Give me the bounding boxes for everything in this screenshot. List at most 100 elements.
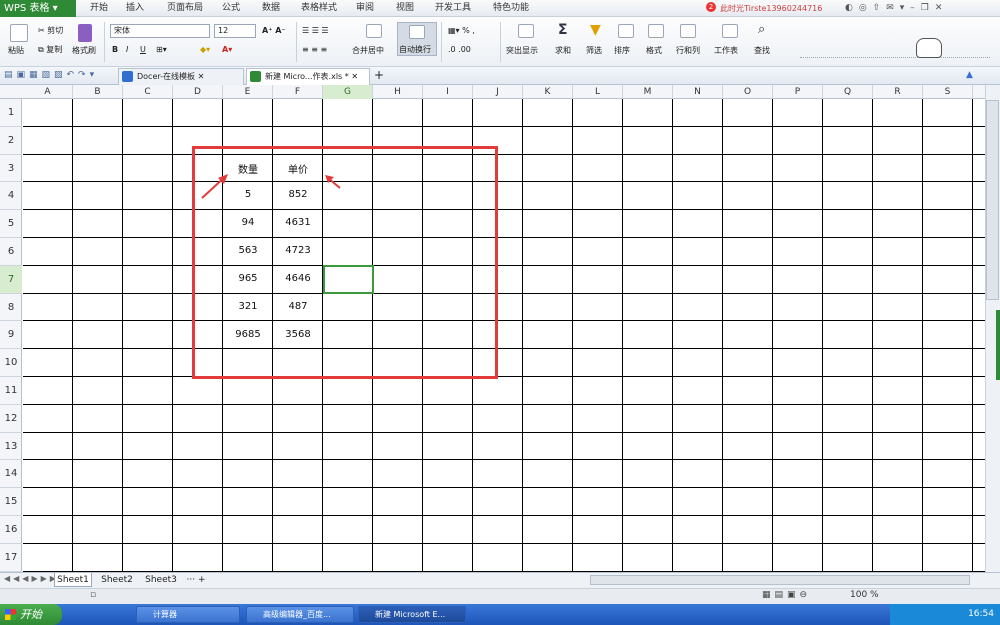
find-icon[interactable]: ⌕ [758, 22, 765, 37]
column-header[interactable]: S [923, 85, 973, 99]
column-header[interactable]: M [623, 85, 673, 99]
column-header[interactable]: B [73, 85, 123, 99]
column-header[interactable]: K [523, 85, 573, 99]
decimal-buttons[interactable]: .0 .00 [448, 43, 471, 57]
font-grow-button[interactable]: A⁺ A⁻ [262, 24, 286, 38]
conditional-format-icon[interactable] [518, 24, 534, 38]
close-icon[interactable]: ✕ [198, 72, 205, 81]
column-header[interactable]: L [573, 85, 623, 99]
column-header[interactable]: A [23, 85, 73, 99]
row-header[interactable]: 2 [0, 127, 22, 155]
column-header[interactable]: I [423, 85, 473, 99]
conditional-format-button[interactable]: 突出显示 [506, 44, 538, 58]
border-icon[interactable]: ⊞▾ [156, 43, 167, 57]
format-button[interactable]: 格式 [646, 44, 662, 58]
column-header[interactable]: F [273, 85, 323, 99]
column-header[interactable]: H [373, 85, 423, 99]
row-header[interactable]: 17 [0, 544, 22, 572]
quick-access-icons[interactable]: ▤▣▦▧▨↶↷▾ [4, 70, 98, 80]
row-header[interactable]: 6 [0, 238, 22, 266]
close-icon[interactable]: ✕ [351, 72, 358, 81]
tab-developer[interactable]: 开发工具 [428, 0, 478, 17]
tab-table-style[interactable]: 表格样式 [294, 0, 344, 17]
row-column-icon[interactable] [680, 24, 696, 38]
row-header[interactable]: 4 [0, 182, 22, 211]
cut-button[interactable]: ✂ 剪切 [38, 24, 63, 38]
row-header[interactable]: 9 [0, 321, 22, 350]
sheet-tab-2[interactable]: Sheet2 [98, 573, 136, 587]
column-header[interactable]: E [223, 85, 273, 99]
tab-home[interactable]: 开始 [84, 0, 114, 17]
number-format-icon[interactable]: ▦▾ % , [448, 24, 475, 38]
format-painter-button[interactable]: 格式刷 [72, 44, 96, 58]
task-editor[interactable]: 高级编辑器_百度... [246, 606, 354, 623]
row-header[interactable]: 16 [0, 516, 22, 544]
font-name-select[interactable]: 宋体 [110, 24, 210, 38]
worksheet-grid[interactable] [23, 99, 985, 572]
underline-button[interactable]: U [140, 43, 146, 57]
worksheet-button[interactable]: 工作表 [714, 44, 738, 58]
tab-data[interactable]: 数据 [256, 0, 286, 17]
doc-tab-workbook[interactable]: 新建 Micro...作表.xls * ✕ [246, 68, 370, 85]
column-header[interactable]: D [173, 85, 223, 99]
row-header[interactable]: 3 [0, 155, 22, 183]
cloud-icon[interactable]: ▲ [966, 70, 973, 80]
tab-insert[interactable]: 插入 [120, 0, 150, 17]
row-header[interactable]: 11 [0, 377, 22, 405]
row-header[interactable]: 12 [0, 405, 22, 433]
filter-button[interactable]: 筛选 [586, 44, 602, 58]
zoom-level[interactable]: 100 % [850, 590, 879, 600]
row-header[interactable]: 1 [0, 99, 22, 127]
row-column-button[interactable]: 行和列 [676, 44, 700, 58]
paste-icon[interactable] [10, 24, 28, 42]
merge-center-button[interactable]: 合并居中 [352, 44, 384, 58]
user-name[interactable]: 此时光Tirste13960244716 [720, 3, 838, 14]
column-header[interactable]: R [873, 85, 923, 99]
sum-icon[interactable]: Σ [558, 22, 568, 38]
window-controls[interactable]: ◐◎⇧✉▾–❐✕ [845, 3, 995, 13]
sheet-nav-icons[interactable]: ◀◀◀▶▶▶ [4, 574, 59, 583]
clock[interactable]: 16:54 [968, 609, 994, 619]
column-header[interactable]: Q [823, 85, 873, 99]
find-button[interactable]: 查找 [754, 44, 770, 58]
filter-icon[interactable]: ▼ [590, 22, 601, 38]
task-spreadsheet[interactable]: 新建 Microsoft E... [358, 606, 466, 623]
sheet-tab-1[interactable]: Sheet1 [54, 573, 92, 587]
align-left-icons[interactable]: ≡ ≡ ≡ [302, 43, 327, 57]
column-header[interactable]: G [323, 85, 373, 99]
row-header[interactable]: 8 [0, 294, 22, 322]
sum-button[interactable]: 求和 [555, 44, 571, 58]
font-size-select[interactable]: 12 [214, 24, 256, 38]
format-icon[interactable] [648, 24, 664, 38]
add-sheet-icon[interactable]: ··· + [184, 573, 208, 587]
row-header[interactable]: 5 [0, 210, 22, 238]
row-header[interactable]: 10 [0, 349, 22, 377]
column-header[interactable]: O [723, 85, 773, 99]
copy-button[interactable]: ⧉ 复制 [38, 43, 62, 57]
tab-formula[interactable]: 公式 [216, 0, 246, 17]
worksheet-icon[interactable] [722, 24, 738, 38]
bold-button[interactable]: B [112, 43, 118, 57]
scroll-thumb[interactable] [986, 100, 999, 300]
column-header[interactable]: J [473, 85, 523, 99]
notification-badge-icon[interactable]: 2 [706, 2, 716, 12]
row-header[interactable]: 15 [0, 488, 22, 516]
font-color-icon[interactable]: A▾ [222, 43, 232, 57]
paste-button[interactable]: 粘贴 [8, 44, 24, 58]
sheet-tab-3[interactable]: Sheet3 [142, 573, 180, 587]
row-header[interactable]: 14 [0, 460, 22, 489]
column-header[interactable]: P [773, 85, 823, 99]
merge-center-icon[interactable] [366, 24, 382, 38]
tab-special[interactable]: 特色功能 [486, 0, 536, 17]
row-header[interactable]: 13 [0, 433, 22, 461]
sort-button[interactable]: 排序 [614, 44, 630, 58]
tab-page-layout[interactable]: 页面布局 [160, 0, 210, 17]
horizontal-scrollbar[interactable] [590, 575, 970, 585]
column-header[interactable]: N [673, 85, 723, 99]
doc-tab-docer[interactable]: Docer-在线模板 ✕ [118, 68, 244, 85]
italic-button[interactable]: I [126, 43, 128, 57]
fill-color-icon[interactable]: ◆▾ [200, 43, 210, 57]
view-mode-icons[interactable]: ▦▤▣⊖ [762, 590, 811, 600]
tab-review[interactable]: 审阅 [350, 0, 380, 17]
format-painter-icon[interactable] [78, 24, 92, 42]
